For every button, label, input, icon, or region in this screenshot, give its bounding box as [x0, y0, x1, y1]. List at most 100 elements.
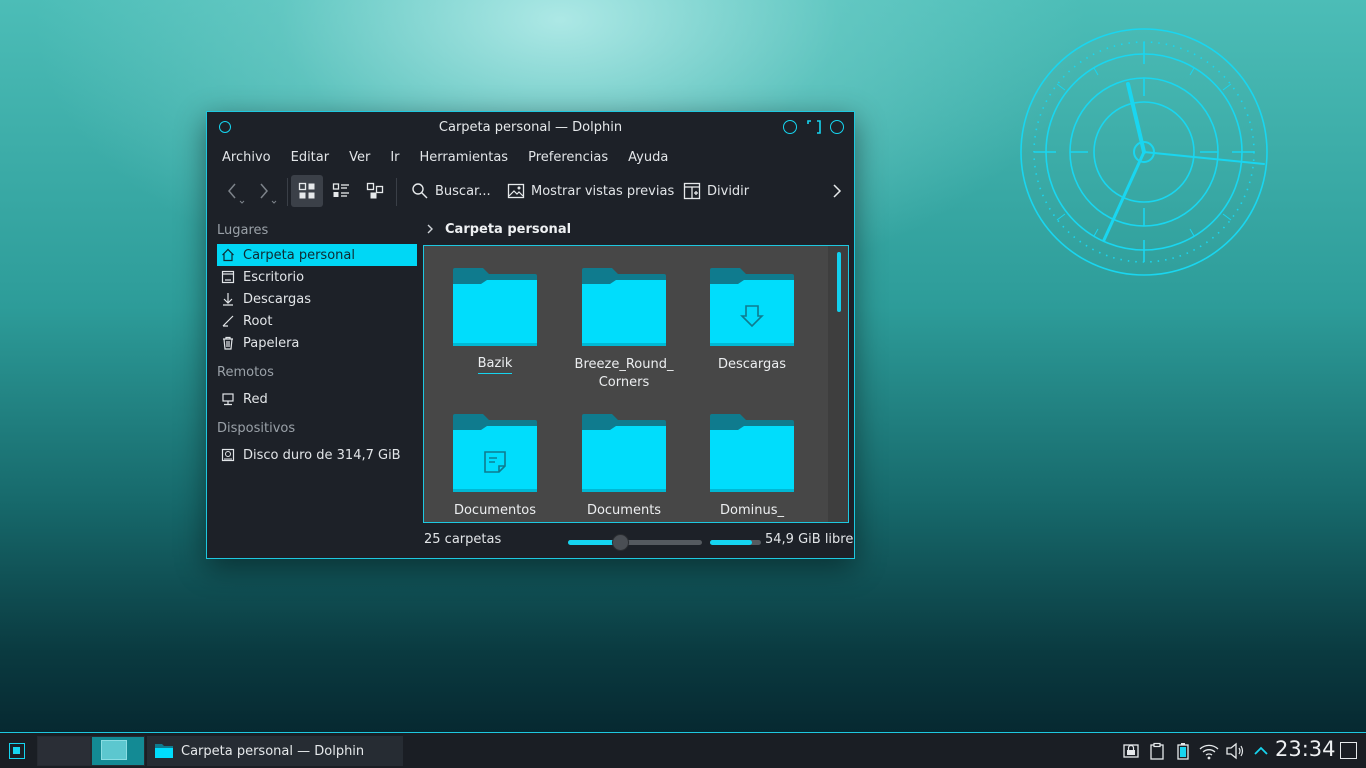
zoom-slider[interactable] — [568, 534, 702, 551]
menu-archivo[interactable]: Archivo — [212, 146, 281, 170]
toolbar-overflow-button[interactable] — [827, 175, 847, 207]
network-icon — [222, 393, 234, 406]
free-space-text: 54,9 GiB libre — [765, 532, 854, 547]
view-icons-button[interactable] — [291, 175, 323, 207]
place-label: Papelera — [243, 335, 300, 351]
volume-icon — [1226, 742, 1244, 760]
menu-preferencias[interactable]: Preferencias — [518, 146, 618, 170]
places-panel: Lugares Carpeta personal Escritorio Desc… — [217, 220, 417, 466]
toolbar-separator — [287, 178, 288, 206]
breadcrumb-home[interactable]: Carpeta personal — [445, 222, 571, 237]
place-descargas[interactable]: Descargas — [217, 288, 417, 310]
search-label: Buscar... — [435, 183, 491, 199]
toolbar-separator — [396, 178, 397, 206]
menubar: Archivo Editar Ver Ir Herramientas Prefe… — [207, 146, 678, 170]
scrollbar[interactable] — [828, 246, 848, 522]
place-red[interactable]: Red — [217, 388, 417, 410]
file-name: Documents — [586, 503, 662, 518]
file-tile[interactable]: Bazik — [436, 268, 554, 374]
file-tile[interactable]: Documents — [565, 414, 683, 520]
menu-herramientas[interactable]: Herramientas — [410, 146, 519, 170]
zoom-slider-handle[interactable] — [612, 534, 630, 551]
go-forward-icon — [260, 183, 277, 204]
maximize-button[interactable] — [807, 120, 821, 134]
place-carpeta-personal[interactable]: Carpeta personal — [217, 244, 417, 266]
root-icon — [222, 315, 234, 327]
desktop-icon — [221, 270, 235, 284]
place-escritorio[interactable]: Escritorio — [217, 266, 417, 288]
view-tree-button[interactable] — [363, 175, 387, 207]
system-tray — [1118, 739, 1274, 763]
harddisk-icon — [221, 448, 235, 462]
window-title: Carpeta personal — Dolphin — [438, 120, 623, 135]
titlebar[interactable]: Carpeta personal — Dolphin — [207, 112, 854, 143]
close-button[interactable] — [830, 120, 844, 134]
desktop-background: Carpeta personal — Dolphin Archivo Edita… — [0, 0, 1366, 768]
search-icon — [412, 183, 428, 199]
breadcrumb: Carpeta personal — [425, 219, 571, 239]
place-label: Descargas — [243, 291, 312, 307]
file-tile[interactable]: Dominus_ — [693, 414, 811, 520]
minimize-button[interactable] — [783, 120, 797, 134]
maximize-icon — [807, 120, 821, 134]
folder-icon — [582, 414, 666, 492]
analog-clock-widget — [1020, 28, 1268, 276]
chevron-right-icon — [833, 184, 842, 198]
split-view-button[interactable]: Dividir — [683, 175, 749, 207]
digital-clock[interactable]: 23:34 — [1275, 737, 1336, 761]
split-view-icon — [683, 182, 701, 200]
menu-editar[interactable]: Editar — [281, 146, 340, 170]
go-back-icon — [228, 183, 245, 204]
back-button[interactable] — [221, 175, 249, 207]
home-icon — [222, 248, 234, 262]
file-name: Bazik — [477, 356, 513, 374]
desktop-2[interactable] — [91, 736, 145, 766]
devices-header: Dispositivos — [217, 421, 296, 436]
menu-ayuda[interactable]: Ayuda — [618, 146, 678, 170]
folder-icon — [453, 414, 537, 492]
clipboard-icon — [1150, 742, 1164, 760]
view-tree-icon — [366, 182, 384, 199]
file-name: Breeze_Round_ Corners — [574, 357, 674, 390]
battery-tray[interactable] — [1170, 739, 1196, 763]
file-name: Descargas — [717, 357, 786, 372]
menu-ver[interactable]: Ver — [339, 146, 380, 170]
place-root[interactable]: Root — [217, 310, 417, 332]
wifi-tray[interactable] — [1196, 739, 1222, 763]
lock-screen-tray[interactable] — [1118, 739, 1144, 763]
task-dolphin[interactable]: Carpeta personal — Dolphin — [147, 736, 403, 766]
view-icons-icon — [298, 182, 315, 199]
places-header: Lugares — [217, 223, 269, 238]
forward-button[interactable] — [253, 175, 281, 207]
task-label: Carpeta personal — Dolphin — [181, 743, 365, 759]
file-name: Dominus_ — [720, 503, 784, 518]
virtual-desktop-pager — [37, 736, 145, 766]
view-details-button[interactable] — [329, 175, 353, 207]
file-view[interactable]: Bazik Breeze_Round_ Corners Descargas Docum… — [423, 245, 849, 523]
application-launcher-button[interactable] — [9, 743, 25, 759]
battery-icon — [1177, 743, 1189, 760]
trash-icon — [223, 336, 233, 350]
file-tile[interactable]: Documentos — [436, 414, 554, 520]
desktop-1[interactable] — [37, 736, 91, 766]
menu-ir[interactable]: Ir — [380, 146, 409, 170]
split-label: Dividir — [707, 183, 750, 199]
place-label: Root — [243, 313, 273, 329]
folder-icon — [453, 268, 537, 346]
file-tile[interactable]: Descargas — [693, 268, 811, 374]
volume-tray[interactable] — [1222, 739, 1248, 763]
tray-expand-button[interactable] — [1248, 739, 1274, 763]
show-desktop-button[interactable] — [1340, 742, 1357, 759]
place-papelera[interactable]: Papelera — [217, 332, 417, 354]
device-label: Disco duro de 314,7 GiB — [243, 447, 401, 463]
search-button[interactable]: Buscar... — [411, 175, 491, 207]
file-tile[interactable]: Breeze_Round_ Corners — [565, 268, 683, 392]
clipboard-tray[interactable] — [1144, 739, 1170, 763]
device-disco-duro[interactable]: Disco duro de 314,7 GiB — [217, 444, 417, 466]
chevron-right-icon[interactable] — [425, 222, 435, 236]
taskbar: Carpeta personal — Dolphin 23:34 — [0, 732, 1366, 768]
scrollbar-thumb[interactable] — [837, 252, 841, 312]
wifi-icon — [1199, 744, 1219, 760]
preview-toggle-button[interactable]: Mostrar vistas previas — [507, 175, 674, 207]
folder-count: 25 carpetas — [424, 532, 502, 547]
